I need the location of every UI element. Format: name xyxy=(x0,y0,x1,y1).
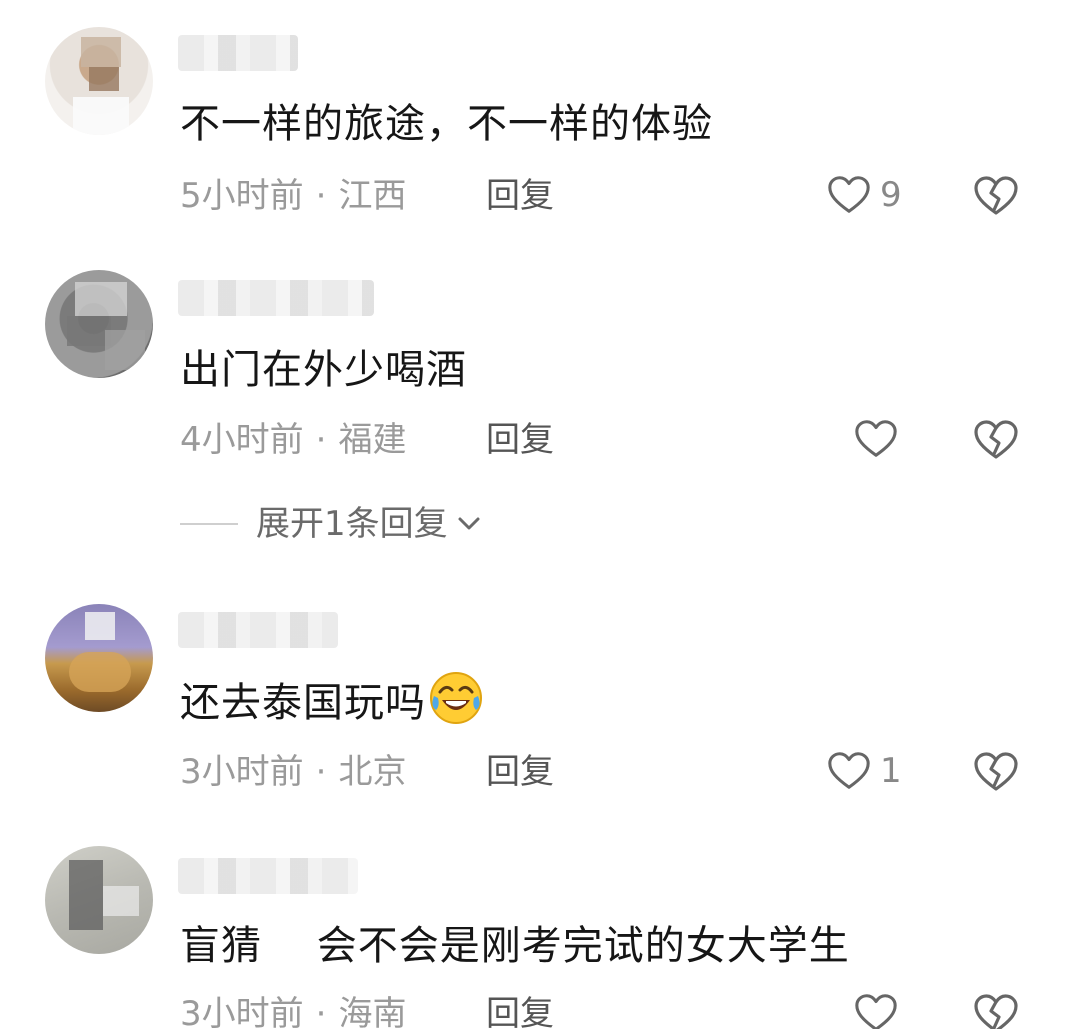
like-count: 9 xyxy=(880,175,902,215)
comment-text: 盲猜 会不会是刚考完试的女大学生 xyxy=(180,923,850,969)
broken-heart-icon xyxy=(974,752,1018,791)
dislike-button[interactable] xyxy=(972,172,1020,224)
comment-meta: 5小时前 · 江西 xyxy=(180,174,406,218)
meta-separator: · xyxy=(315,176,327,216)
comment-location: 海南 xyxy=(338,994,407,1029)
avatar[interactable] xyxy=(45,846,153,954)
username-blurred[interactable] xyxy=(178,280,374,316)
username-blurred[interactable] xyxy=(178,858,358,894)
broken-heart-icon xyxy=(974,420,1018,459)
avatar[interactable] xyxy=(45,27,153,135)
reply-button[interactable]: 回复 xyxy=(486,992,554,1029)
like-button[interactable] xyxy=(853,416,907,462)
comment-item: 出门在外少喝酒 4小时前 · 福建 回复 xyxy=(0,250,1075,590)
chevron-down-icon xyxy=(458,517,480,530)
comment-list: 不一样的旅途，不一样的体验 5小时前·江西 回复 9 出门在外少喝酒 4小时 xyxy=(0,0,1075,1029)
comment-item: 还去泰国玩吗 3小时前 · 北京 回复 1 xyxy=(0,590,1075,840)
comment-text: 不一样的旅途，不一样的体验 xyxy=(180,101,713,147)
comment-text-content: 还去泰国玩吗 xyxy=(180,680,426,726)
meta-separator: · xyxy=(315,752,327,792)
expand-replies-button[interactable]: 展开1条回复 xyxy=(180,502,484,546)
comment-text: 还去泰国玩吗 xyxy=(180,670,484,729)
comment-item: 盲猜 会不会是刚考完试的女大学生 3小时前 · 海南 回复 xyxy=(0,840,1075,1029)
expand-divider xyxy=(180,523,238,525)
heart-icon xyxy=(828,752,870,789)
comment-meta: 3小时前 · 海南 xyxy=(180,992,406,1029)
like-button[interactable] xyxy=(853,990,907,1029)
like-button[interactable]: 1 xyxy=(826,748,902,794)
comment-meta: 3小时前 · 北京 xyxy=(180,750,406,794)
comment-location: 江西 xyxy=(338,176,407,216)
comment-item: 不一样的旅途，不一样的体验 5小时前 · 江西 回复 9 xyxy=(0,0,1075,250)
laughing-tears-emoji-icon xyxy=(430,672,482,724)
avatar[interactable] xyxy=(45,604,153,712)
username-blurred[interactable] xyxy=(178,35,298,71)
comment-location: 福建 xyxy=(338,420,407,460)
comment-text: 出门在外少喝酒 xyxy=(180,347,467,393)
comment-time: 3小时前 xyxy=(180,752,304,792)
heart-icon xyxy=(855,994,897,1029)
meta-separator: · xyxy=(315,420,327,460)
dislike-button[interactable] xyxy=(972,416,1020,468)
like-button[interactable]: 9 xyxy=(826,172,902,218)
dislike-button[interactable] xyxy=(972,748,1020,800)
like-count: 1 xyxy=(880,751,902,791)
comment-time: 3小时前 xyxy=(180,994,304,1029)
avatar[interactable] xyxy=(45,270,153,378)
broken-heart-icon xyxy=(974,176,1018,215)
comment-time: 5小时前 xyxy=(180,176,304,216)
comment-meta: 4小时前 · 福建 xyxy=(180,418,406,462)
broken-heart-icon xyxy=(974,994,1018,1029)
reply-button[interactable]: 回复 xyxy=(486,418,554,462)
heart-icon xyxy=(855,420,897,457)
reply-button[interactable]: 回复 xyxy=(486,174,554,218)
reply-button[interactable]: 回复 xyxy=(486,750,554,794)
comment-location: 北京 xyxy=(338,752,407,792)
comment-time: 4小时前 xyxy=(180,420,304,460)
username-blurred[interactable] xyxy=(178,612,338,648)
meta-separator: · xyxy=(315,994,327,1029)
expand-replies-label: 展开1条回复 xyxy=(256,504,448,544)
heart-icon xyxy=(828,176,870,213)
dislike-button[interactable] xyxy=(972,990,1020,1029)
